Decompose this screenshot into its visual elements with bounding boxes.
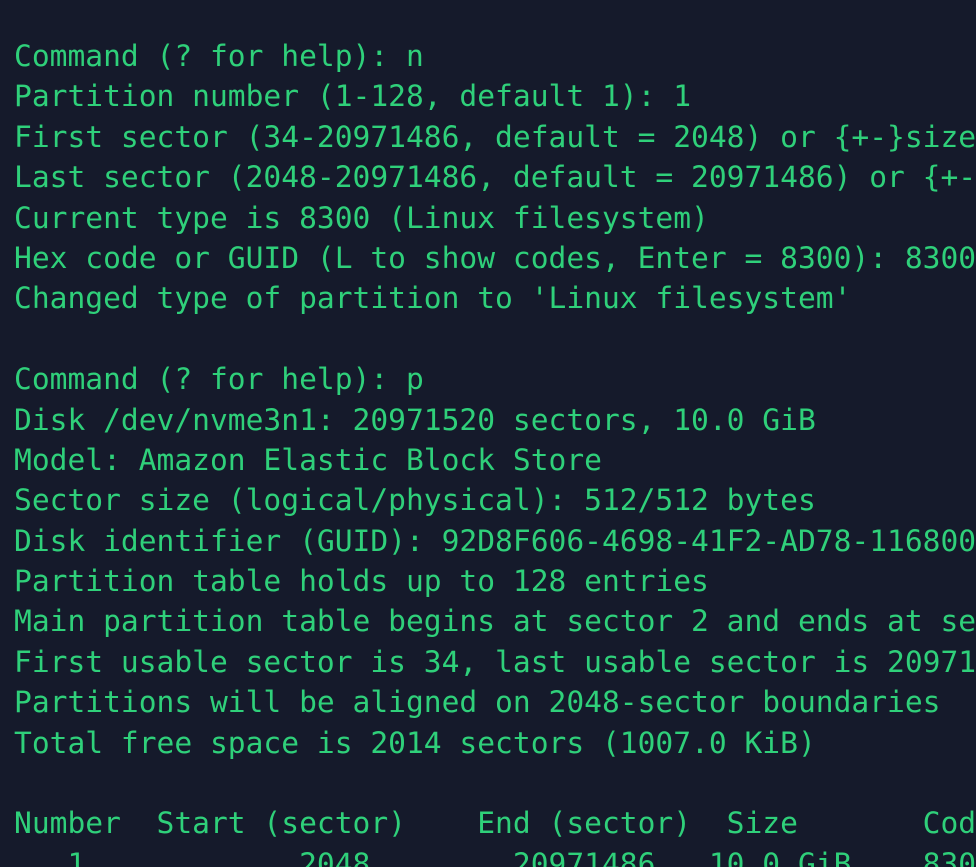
terminal-line: Total free space is 2014 sectors (1007.0… (14, 725, 816, 760)
terminal-line: Command (? for help): p (14, 362, 424, 397)
terminal-line: Partitions will be aligned on 2048-secto… (14, 685, 941, 720)
terminal-line: First usable sector is 34, last usable s… (14, 644, 976, 679)
partition-table-row: 1 2048 20971486 10.0 GiB 8300 (14, 846, 976, 867)
terminal-line: Changed type of partition to 'Linux file… (14, 281, 852, 316)
terminal-line: First sector (34-20971486, default = 204… (14, 119, 976, 154)
terminal-line: Disk identifier (GUID): 92D8F606-4698-41… (14, 523, 976, 558)
partition-table-header: Number Start (sector) End (sector) Size … (14, 806, 976, 841)
terminal-output[interactable]: Command (? for help): n Partition number… (0, 0, 976, 867)
terminal-line: Last sector (2048-20971486, default = 20… (14, 160, 976, 195)
terminal-line: Disk /dev/nvme3n1: 20971520 sectors, 10.… (14, 402, 816, 437)
terminal-line: Partition table holds up to 128 entries (14, 564, 709, 599)
terminal-line: Command (? for help): n (14, 39, 424, 73)
terminal-line: Model: Amazon Elastic Block Store (14, 442, 602, 477)
terminal-line: Hex code or GUID (L to show codes, Enter… (14, 240, 976, 275)
terminal-line: Sector size (logical/physical): 512/512 … (14, 483, 816, 518)
terminal-line: Current type is 8300 (Linux filesystem) (14, 200, 709, 235)
terminal-line: Partition number (1-128, default 1): 1 (14, 79, 692, 114)
terminal-line: Main partition table begins at sector 2 … (14, 604, 976, 639)
